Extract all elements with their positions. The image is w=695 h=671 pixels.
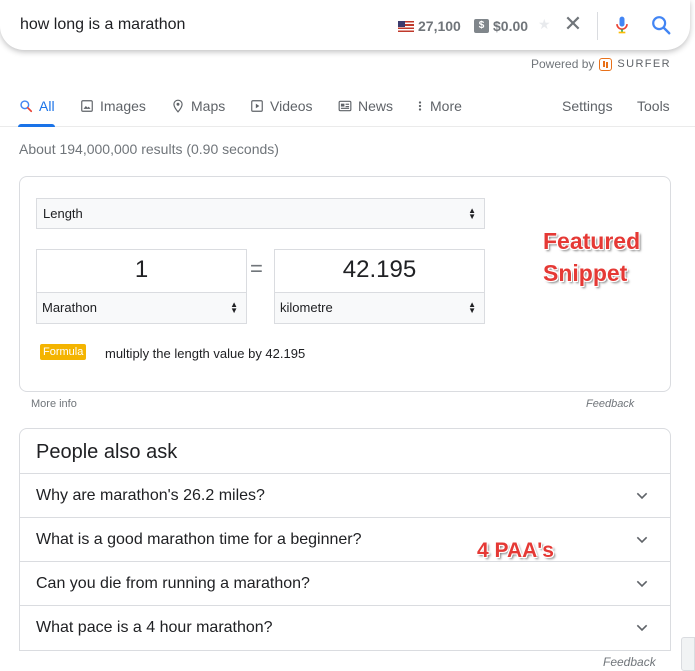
us-flag-icon <box>398 20 414 32</box>
surfer-brand: SURFER <box>617 58 671 70</box>
from-unit-box: 1 Marathon ▲ ▼ <box>36 249 247 324</box>
paa-question[interactable]: What pace is a 4 hour marathon? <box>20 605 670 649</box>
tab-label: Videos <box>270 98 313 114</box>
tab-tools[interactable]: Tools <box>637 96 670 116</box>
keyword-cpc: $ $0.00 <box>474 18 528 34</box>
star-icon[interactable]: ★ <box>538 16 551 33</box>
powered-by-label: Powered by <box>531 57 595 71</box>
volume-value: 27,100 <box>418 18 461 34</box>
formula-text: multiply the length value by 42.195 <box>105 346 306 361</box>
people-also-ask: People also ask Why are marathon's 26.2 … <box>19 428 671 651</box>
tab-news[interactable]: News <box>338 96 393 116</box>
category-value: Length <box>43 206 83 221</box>
scroll-handle[interactable] <box>681 637 695 671</box>
cpc-value: $0.00 <box>493 18 529 34</box>
annotation-line: Snippet <box>543 260 628 286</box>
select-arrows-icon: ▲ ▼ <box>230 300 238 315</box>
select-arrows-icon: ▲ ▼ <box>468 300 476 315</box>
keyword-volume: 27,100 <box>398 18 461 34</box>
search-icon <box>20 100 33 113</box>
search-tabs: All Images Maps Videos News More Setting… <box>0 90 695 127</box>
dollar-icon: $ <box>474 19 489 33</box>
annotation-line: Featured <box>543 228 641 254</box>
search-input[interactable]: how long is a marathon <box>20 16 185 34</box>
play-icon <box>251 100 263 112</box>
from-value-input[interactable]: 1 <box>37 256 246 284</box>
chevron-down-icon <box>636 492 648 500</box>
formula-badge: Formula <box>40 344 87 360</box>
news-icon <box>338 100 352 112</box>
more-vert-icon <box>418 101 422 111</box>
tab-label: More <box>430 98 462 114</box>
to-value-input[interactable]: 42.195 <box>275 256 484 284</box>
tab-all[interactable]: All <box>19 96 55 116</box>
microphone-icon[interactable] <box>612 14 632 36</box>
tab-settings[interactable]: Settings <box>562 96 613 116</box>
clear-search-icon[interactable]: ✕ <box>563 13 583 36</box>
tab-label: Images <box>100 98 146 114</box>
paa-question[interactable]: What is a good marathon time for a begin… <box>20 517 670 561</box>
paa-question-text: Why are marathon's 26.2 miles? <box>36 487 265 504</box>
paa-title: People also ask <box>36 441 178 463</box>
search-bar: how long is a marathon 27,100 $ $0.00 ★ … <box>0 0 690 50</box>
featured-snippet-card: Length ▲ ▼ 1 Marathon ▲ ▼ = 42.195 kilomet… <box>19 176 671 392</box>
map-pin-icon <box>173 99 183 113</box>
chevron-down-icon <box>636 624 648 632</box>
select-arrows-icon: ▲ ▼ <box>468 205 476 221</box>
paa-question[interactable]: Can you die from running a marathon? <box>20 561 670 605</box>
search-divider <box>597 12 598 40</box>
active-tab-indicator <box>18 124 55 127</box>
from-unit-label: Marathon <box>42 300 97 315</box>
paa-annotation: 4 PAA's <box>477 539 554 562</box>
paa-question[interactable]: Why are marathon's 26.2 miles? <box>20 473 670 517</box>
to-unit-label: kilometre <box>280 300 333 315</box>
tab-images[interactable]: Images <box>80 96 146 116</box>
result-stats: About 194,000,000 results (0.90 seconds) <box>19 141 279 157</box>
equals-sign: = <box>250 256 263 281</box>
chevron-down-icon <box>636 580 648 588</box>
feedback-link[interactable]: Feedback <box>603 655 656 669</box>
tab-videos[interactable]: Videos <box>250 96 313 116</box>
paa-question-text: Can you die from running a marathon? <box>36 575 310 592</box>
to-unit-box: 42.195 kilometre ▲ ▼ <box>274 249 485 324</box>
tab-maps[interactable]: Maps <box>171 96 225 116</box>
paa-question-text: What is a good marathon time for a begin… <box>36 531 362 548</box>
featured-snippet-annotation: Featured Snippet <box>543 225 640 289</box>
feedback-link[interactable]: Feedback <box>586 398 634 410</box>
surfer-logo-icon <box>599 57 613 71</box>
tab-label: All <box>39 98 55 114</box>
tab-label: Maps <box>191 98 226 114</box>
chevron-down-icon <box>636 536 648 544</box>
tab-label: News <box>358 98 394 114</box>
paa-question-text: What pace is a 4 hour marathon? <box>36 619 273 636</box>
to-unit-select[interactable]: kilometre ▲ ▼ <box>275 292 484 323</box>
unit-category-select[interactable]: Length ▲ ▼ <box>36 198 485 229</box>
from-unit-select[interactable]: Marathon ▲ ▼ <box>37 292 246 323</box>
tab-more[interactable]: More <box>416 96 462 116</box>
more-info-link[interactable]: More info <box>31 398 77 410</box>
search-button-icon[interactable] <box>650 14 672 36</box>
surfer-powered-by: Powered by SURFER <box>531 57 671 71</box>
image-icon <box>81 100 93 112</box>
